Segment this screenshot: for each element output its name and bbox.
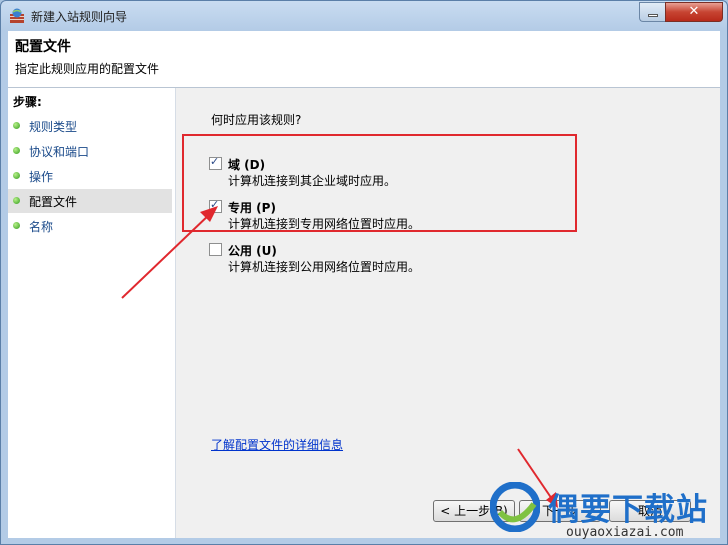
watermark-text: 偶要下载站 (548, 492, 708, 528)
annotation-arrows (121, 206, 558, 508)
annotation-arrow-line (121, 211, 213, 299)
watermark-logo-icon (490, 482, 540, 532)
watermark: 偶要下载站 ouyaoxiazai.com (488, 480, 722, 542)
watermark-url: ouyaoxiazai.com (566, 525, 684, 540)
